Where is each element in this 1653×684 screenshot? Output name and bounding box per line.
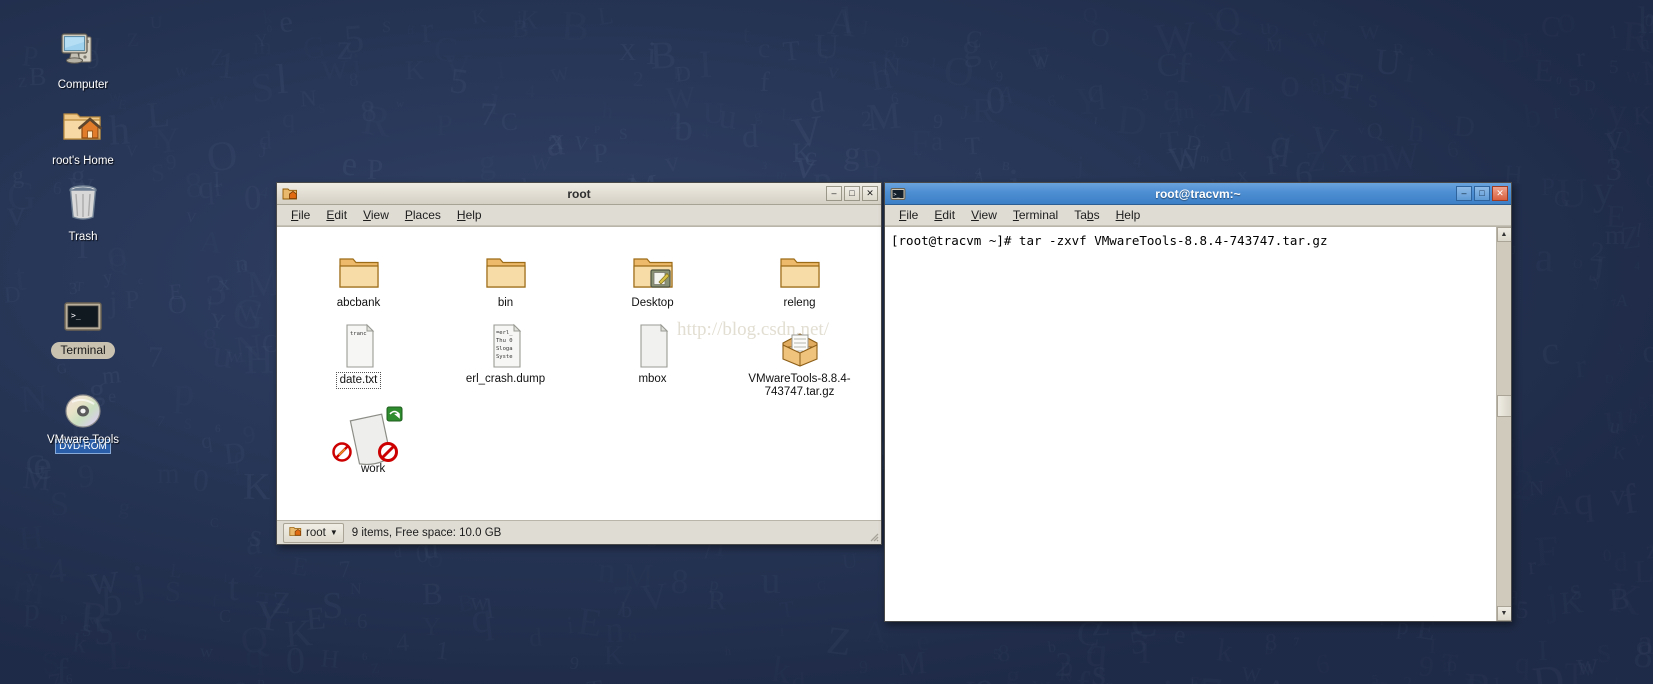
- folder-icon: [726, 241, 873, 293]
- svg-text:>_: >_: [71, 311, 81, 320]
- drag-preview-work: work: [325, 399, 445, 489]
- svg-text:Syste: Syste: [496, 354, 513, 360]
- desktop-icon-computer[interactable]: Computer: [37, 22, 129, 93]
- terminal-scrollbar[interactable]: ▲ ▼: [1496, 227, 1511, 621]
- home-folder-icon: [282, 186, 298, 202]
- file-grid[interactable]: abcbank bin Desktop releng tranc date.tx…: [285, 235, 873, 400]
- path-button-root[interactable]: root ▼: [283, 522, 344, 543]
- terminal-menubar[interactable]: File Edit View Terminal Tabs Help: [885, 205, 1511, 226]
- file-manager-content[interactable]: http://blog.csdn.net/ abcbank bin Deskto…: [277, 226, 881, 520]
- file-item-vmwaretools-archive[interactable]: VMwareTools-8.8.4-743747.tar.gz: [726, 311, 873, 400]
- drag-item-label: work: [361, 463, 386, 475]
- maximize-button[interactable]: □: [1474, 186, 1490, 201]
- path-button-label: root: [306, 526, 326, 539]
- desktop-icon-roots-home[interactable]: root's Home: [37, 98, 129, 169]
- menu-places[interactable]: Places: [397, 206, 449, 224]
- file-item-label: abcbank: [336, 297, 381, 309]
- scroll-down-arrow-icon[interactable]: ▼: [1496, 606, 1511, 621]
- desktop-icon-label: VMware Tools: [46, 434, 119, 446]
- scrollbar-track[interactable]: [1496, 242, 1511, 606]
- terminal-titlebar[interactable]: >_ root@tracvm:~ – □ ✕: [885, 183, 1511, 205]
- file-item-label: bin: [497, 297, 514, 309]
- drag-source-cursor: [332, 442, 352, 462]
- svg-text:=erl_: =erl_: [496, 330, 513, 336]
- file-item-erl-crash-dump[interactable]: =erl_ Thu 0 Sloga Syste erl_crash.dump: [432, 311, 579, 400]
- file-item-releng[interactable]: releng: [726, 235, 873, 311]
- desktop-icon-label: Terminal: [51, 342, 115, 359]
- menu-tabs[interactable]: Tabs: [1066, 206, 1107, 224]
- file-item-label: erl_crash.dump: [465, 373, 546, 385]
- menu-view[interactable]: View: [355, 206, 397, 224]
- svg-text:Sloga: Sloga: [496, 346, 513, 352]
- file-manager-menubar[interactable]: File Edit View Places Help: [277, 205, 881, 226]
- terminal-content[interactable]: [root@tracvm ~]# tar -zxvf VMwareTools-8…: [885, 226, 1511, 621]
- scroll-up-arrow-icon[interactable]: ▲: [1496, 227, 1511, 242]
- desktop-icon-label: Computer: [57, 79, 109, 91]
- scrollbar-thumb[interactable]: [1496, 394, 1511, 417]
- archive-icon: [726, 317, 873, 369]
- file-manager-window-controls[interactable]: – □ ✕: [826, 186, 878, 201]
- desktop[interactable]: 3UbLuAwqyvJqGdqydVmV5ygCz3TTju9a1y4vKpo1…: [0, 0, 1653, 684]
- file-item-bin[interactable]: bin: [432, 235, 579, 311]
- file-manager-title: root: [567, 186, 591, 201]
- terminal-icon: >_: [37, 288, 129, 338]
- file-manager-titlebar[interactable]: root – □ ✕: [277, 183, 881, 205]
- terminal-title: root@tracvm:~: [1155, 186, 1241, 201]
- svg-text:>_: >_: [894, 192, 901, 198]
- menu-edit[interactable]: Edit: [318, 206, 355, 224]
- folder-icon: [285, 241, 432, 293]
- file-item-desktop[interactable]: Desktop: [579, 235, 726, 311]
- trash-icon: [37, 174, 129, 224]
- folder-icon: [432, 241, 579, 293]
- file-manager-statusbar[interactable]: root ▼ 9 items, Free space: 10.0 GB: [277, 520, 881, 544]
- file-item-date-txt[interactable]: tranc date.txt: [285, 311, 432, 400]
- terminal-window[interactable]: >_ root@tracvm:~ – □ ✕ File Edit View Te…: [884, 182, 1512, 622]
- close-button[interactable]: ✕: [862, 186, 878, 201]
- file-preview-text: tranc: [350, 331, 367, 337]
- svg-text:Thu 0: Thu 0: [496, 338, 513, 344]
- menu-file[interactable]: File: [891, 206, 926, 224]
- menu-help[interactable]: Help: [1108, 206, 1149, 224]
- close-button[interactable]: ✕: [1492, 186, 1508, 201]
- minimize-button[interactable]: –: [1456, 186, 1472, 201]
- computer-icon: [37, 22, 129, 72]
- desktop-icon-terminal[interactable]: >_ Terminal: [37, 288, 129, 359]
- file-item-mbox[interactable]: mbox: [579, 311, 726, 400]
- menu-help[interactable]: Help: [449, 206, 490, 224]
- text-file-icon: =erl_ Thu 0 Sloga Syste: [432, 317, 579, 369]
- menu-edit[interactable]: Edit: [926, 206, 963, 224]
- minimize-button[interactable]: –: [826, 186, 842, 201]
- terminal-window-controls[interactable]: – □ ✕: [1456, 186, 1508, 201]
- terminal-output[interactable]: [root@tracvm ~]# tar -zxvf VMwareTools-8…: [885, 227, 1496, 621]
- desktop-icon-trash[interactable]: Trash: [37, 174, 129, 245]
- menu-file[interactable]: File: [283, 206, 318, 224]
- file-item-label: mbox: [638, 373, 667, 385]
- desktop-icon-label: root's Home: [52, 155, 114, 167]
- menu-view[interactable]: View: [963, 206, 1005, 224]
- file-item-label: releng: [783, 297, 816, 309]
- file-item-abcbank[interactable]: abcbank: [285, 235, 432, 311]
- home-folder-icon: [289, 525, 302, 541]
- dvd-rom-icon: [37, 383, 129, 433]
- file-manager-window[interactable]: root – □ ✕ File Edit View Places Help ht…: [276, 182, 882, 545]
- menu-terminal[interactable]: Terminal: [1005, 206, 1066, 224]
- desktop-icon-vmware-tools-caption: VMware Tools: [37, 430, 129, 448]
- blank-file-icon: [579, 317, 726, 369]
- home-folder-icon: [37, 98, 129, 148]
- chevron-down-icon: ▼: [329, 528, 338, 537]
- terminal-icon: >_: [890, 186, 906, 202]
- desktop-icon-label: Trash: [68, 231, 98, 243]
- maximize-button[interactable]: □: [844, 186, 860, 201]
- status-text: 9 items, Free space: 10.0 GB: [351, 526, 502, 539]
- folder-desktop-icon: [579, 241, 726, 293]
- file-item-label: date.txt: [335, 372, 382, 389]
- text-file-icon: tranc: [285, 317, 432, 369]
- resize-grip[interactable]: [867, 530, 879, 542]
- file-item-label: VMwareTools-8.8.4-743747.tar.gz: [748, 373, 851, 398]
- no-drop-cursor: [378, 442, 398, 462]
- file-item-label: Desktop: [631, 297, 674, 309]
